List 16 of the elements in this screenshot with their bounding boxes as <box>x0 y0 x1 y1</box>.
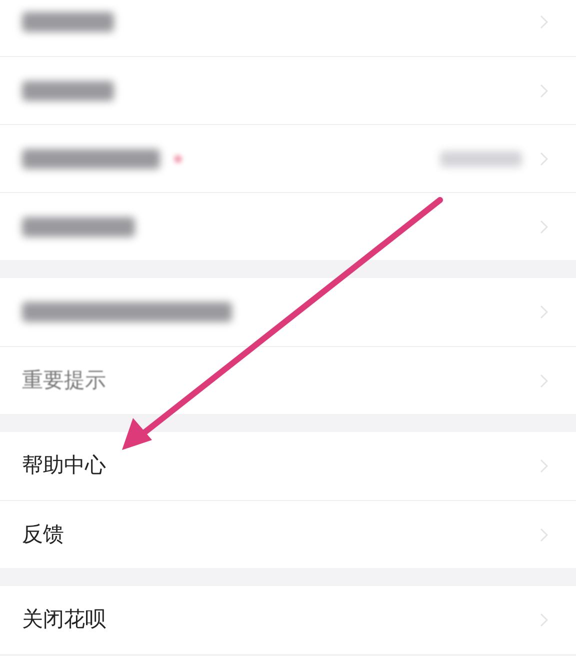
row-label: 帮助中心 <box>22 452 106 480</box>
chevron-icon <box>540 374 548 388</box>
chevron-icon <box>540 220 548 234</box>
chevron-icon <box>540 613 548 627</box>
settings-row[interactable]: 帮助中心 <box>0 432 576 500</box>
chevron-icon <box>540 15 548 29</box>
row-label: 关闭花呗 <box>22 606 106 634</box>
settings-row[interactable]: 反馈 <box>0 500 576 568</box>
chevron-icon <box>540 528 548 542</box>
chevron-icon <box>540 305 548 319</box>
row-label: 重要提示 <box>22 366 106 394</box>
chevron-icon <box>540 84 548 98</box>
chevron-icon <box>540 152 548 166</box>
row-label: 反馈 <box>22 520 64 548</box>
chevron-icon <box>540 459 548 473</box>
settings-row[interactable]: 关闭花呗 <box>0 586 576 654</box>
